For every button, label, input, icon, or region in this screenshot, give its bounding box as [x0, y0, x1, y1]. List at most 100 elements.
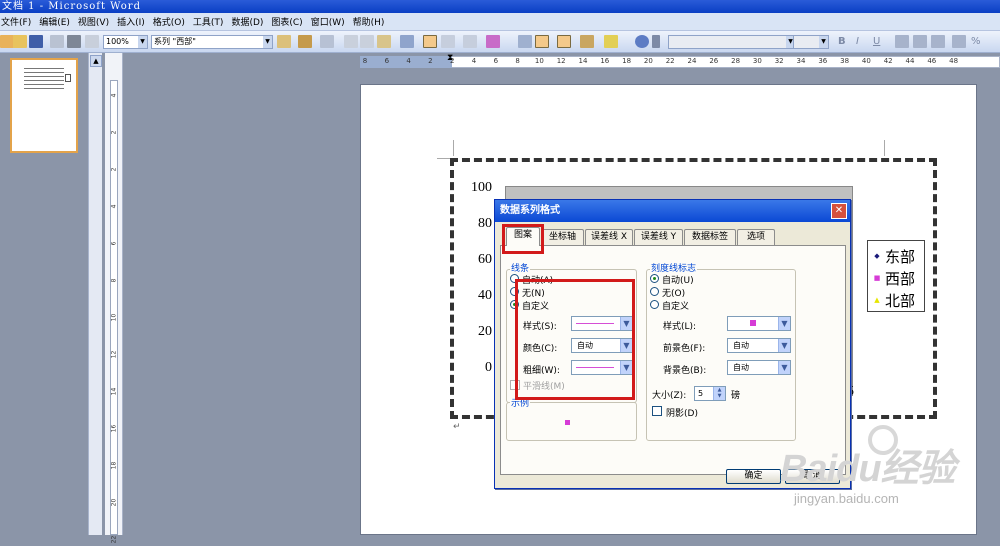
data-table-icon[interactable] — [463, 35, 477, 48]
undo-icon[interactable] — [400, 35, 414, 48]
menu-data[interactable]: 数据(D) — [231, 15, 271, 28]
tab-x-error-bars[interactable]: 误差线 X — [585, 229, 633, 245]
ruler-tick-label: 16 — [600, 57, 610, 65]
import-file-icon[interactable] — [298, 35, 312, 48]
menu-tools[interactable]: 工具(T) — [193, 15, 232, 28]
page-thumbnail[interactable] — [10, 58, 78, 153]
tab-options[interactable]: 选项 — [737, 229, 775, 245]
marker-size-input[interactable]: 5 ▲ ▼ — [694, 386, 726, 401]
align-left-icon[interactable] — [895, 35, 909, 48]
by-row-icon[interactable] — [423, 35, 437, 48]
tab-patterns[interactable]: 图案 — [506, 227, 540, 246]
shadow-checkbox[interactable] — [652, 406, 662, 416]
menu-window[interactable]: 窗口(W) — [311, 15, 353, 28]
ruler-tick-label: 6 — [493, 57, 499, 65]
new-icon[interactable] — [0, 35, 14, 48]
highlight-line-options — [515, 279, 635, 400]
menu-chart[interactable]: 图表(C) — [271, 15, 310, 28]
watermark-brand: Baidu经验 — [780, 448, 956, 490]
save-icon[interactable] — [29, 35, 43, 48]
marker-style-label: 样式(L): — [663, 322, 697, 332]
menu-insert[interactable]: 插入(I) — [117, 15, 153, 28]
percent-button[interactable]: % — [971, 36, 985, 49]
thumbnail-scrollbar[interactable]: ▲ — [88, 53, 102, 535]
ruler-tick-label: 48 — [949, 57, 959, 65]
marker-style-select[interactable]: ▼ — [727, 316, 791, 331]
tab-y-error-bars[interactable]: 误差线 Y — [634, 229, 683, 245]
legend-label: 北部 — [885, 291, 916, 310]
help-icon[interactable] — [635, 35, 649, 48]
watermark-url: jingyan.baidu.com — [794, 491, 899, 506]
ruler-tick-label: 8 — [362, 57, 368, 65]
font-size-select[interactable]: ▼ — [793, 35, 829, 49]
permission-icon[interactable] — [50, 35, 64, 48]
copy-icon[interactable] — [360, 35, 374, 48]
menu-help[interactable]: 帮助(H) — [353, 15, 393, 28]
y-tick-label: 20 — [478, 324, 492, 339]
legend-entry[interactable]: ■ 西部 — [872, 267, 915, 289]
margin-corner-right — [884, 140, 885, 156]
chart-legend[interactable]: ◆ 东部 ■ 西部 ▲ 北部 — [867, 240, 925, 312]
chart-object-value: 系列 "西部" — [154, 37, 196, 46]
menu-edit[interactable]: 编辑(E) — [39, 15, 78, 28]
ruler-tick-label: 12 — [110, 350, 118, 359]
format-selection-icon[interactable] — [277, 35, 291, 48]
cut-icon[interactable] — [344, 35, 358, 48]
watermark: Baidu经验 jingyan.baidu.com — [770, 425, 1000, 535]
margin-corner-left — [453, 140, 454, 156]
font-select[interactable]: ▼ — [668, 35, 796, 49]
close-icon[interactable]: ✕ — [831, 203, 847, 219]
ruler-tick-label: 44 — [905, 57, 915, 65]
currency-icon[interactable] — [952, 35, 966, 48]
ruler-tick-label: 20 — [110, 498, 118, 507]
category-axis-gridlines-icon[interactable] — [518, 35, 532, 48]
marker-bg-value: 自动 — [733, 363, 749, 372]
ruler-tick-label: 22 — [110, 535, 118, 544]
menu-format[interactable]: 格式(O) — [153, 15, 193, 28]
menu-file[interactable]: 文件(F) — [0, 15, 39, 28]
underline-button[interactable]: U — [873, 36, 887, 49]
marker-bg-select[interactable]: 自动 ▼ — [727, 360, 791, 375]
marker-fg-select[interactable]: 自动 ▼ — [727, 338, 791, 353]
tab-data-labels[interactable]: 数据标签 — [684, 229, 736, 245]
marker-custom-radio[interactable] — [650, 300, 659, 309]
print-preview-icon[interactable] — [85, 35, 99, 48]
print-icon[interactable] — [67, 35, 81, 48]
indent-marker-icon[interactable]: ⧗ — [447, 54, 456, 69]
datasheet-icon[interactable] — [320, 35, 334, 48]
chart-object-select[interactable]: 系列 "西部" ▼ — [151, 35, 273, 49]
scroll-up-icon[interactable]: ▲ — [90, 55, 102, 67]
chart-type-icon[interactable] — [486, 35, 500, 48]
ruler-tick-label: 14 — [110, 387, 118, 396]
spinner-icon[interactable]: ▲ ▼ — [713, 387, 725, 400]
menu-view[interactable]: 视图(V) — [78, 15, 117, 28]
square-marker-icon: ■ — [873, 274, 881, 282]
legend-entry[interactable]: ▲ 北部 — [872, 289, 915, 311]
ruler-tick-label: 4 — [471, 57, 477, 65]
marker-fg-value: 自动 — [733, 341, 749, 350]
align-center-icon[interactable] — [913, 35, 927, 48]
drawing-icon[interactable] — [580, 35, 594, 48]
value-axis-gridlines-icon[interactable] — [535, 35, 549, 48]
dialog-title: 数据系列格式 — [495, 200, 850, 222]
open-icon[interactable] — [13, 35, 27, 48]
legend-icon[interactable] — [557, 35, 571, 48]
bold-button[interactable]: B — [838, 36, 852, 49]
marker-none-radio[interactable] — [650, 287, 659, 296]
legend-entry[interactable]: ◆ 东部 — [872, 245, 915, 267]
marker-auto-radio[interactable] — [650, 274, 659, 283]
paste-icon[interactable] — [377, 35, 391, 48]
toolbar-options-icon[interactable] — [652, 35, 660, 48]
ruler-tick-label: 24 — [687, 57, 697, 65]
fill-color-icon[interactable] — [604, 35, 618, 48]
align-right-icon[interactable] — [931, 35, 945, 48]
y-tick-label: 0 — [485, 360, 492, 375]
zoom-select[interactable]: 100% ▼ — [103, 35, 148, 49]
y-tick-label: 80 — [478, 216, 492, 231]
chevron-down-icon: ▼ — [819, 36, 828, 48]
ruler-tick-label: 6 — [384, 57, 390, 65]
by-column-icon[interactable] — [441, 35, 455, 48]
italic-button[interactable]: I — [856, 36, 870, 49]
ruler-tick-label: 10 — [110, 313, 118, 322]
tab-axis[interactable]: 坐标轴 — [541, 229, 584, 245]
